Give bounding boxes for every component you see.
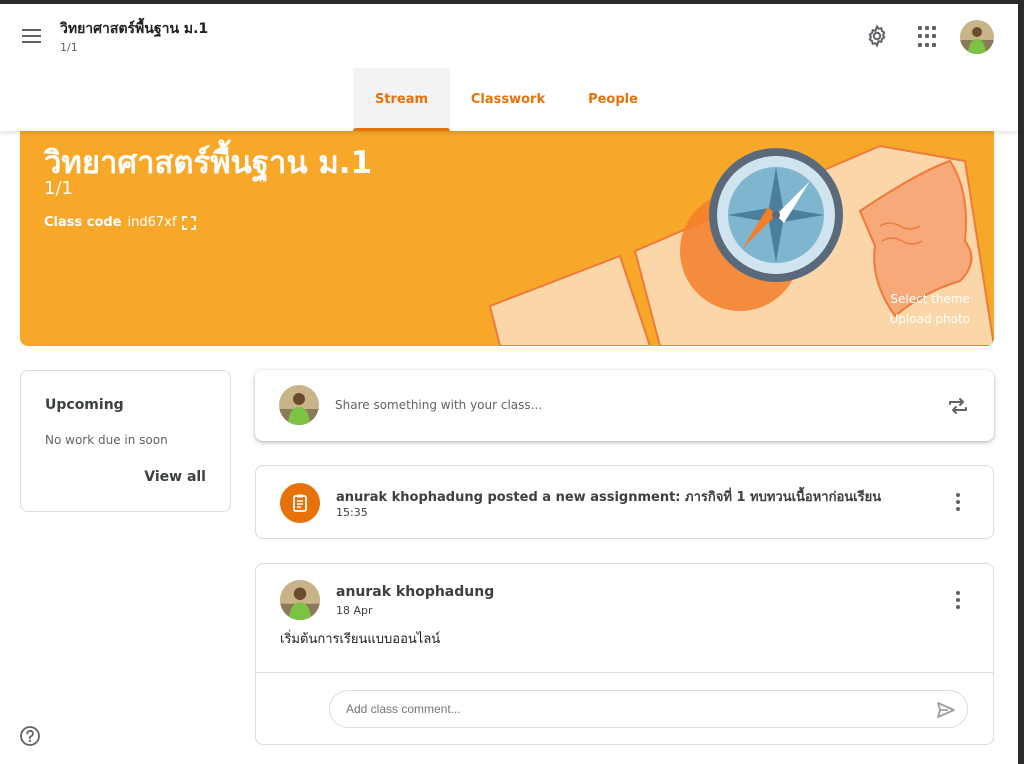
more-options-icon[interactable]: [949, 490, 967, 514]
class-comment-field[interactable]: [329, 690, 968, 728]
share-box[interactable]: Share something with your class...: [255, 370, 994, 441]
class-section: 1/1: [60, 41, 78, 54]
help-icon[interactable]: [19, 725, 41, 747]
class-comment-input[interactable]: [346, 702, 906, 716]
class-tabs: Stream Classwork People: [0, 68, 1018, 131]
post-date: 18 Apr: [336, 604, 373, 617]
menu-icon[interactable]: [18, 22, 46, 50]
user-avatar[interactable]: [960, 20, 994, 54]
assignment-title[interactable]: anurak khophadung posted a new assignmen…: [336, 486, 881, 507]
repost-icon[interactable]: [946, 394, 970, 418]
upcoming-panel: Upcoming No work due in soon View all: [20, 370, 231, 512]
select-theme-link[interactable]: Select theme: [890, 292, 970, 306]
view-all-link[interactable]: View all: [144, 469, 206, 485]
class-code-row: Class code ind67xf: [44, 215, 197, 230]
fullscreen-icon[interactable]: [182, 215, 197, 230]
tab-stream[interactable]: Stream: [353, 68, 450, 131]
share-placeholder[interactable]: Share something with your class...: [335, 398, 542, 412]
app-header: วิทยาศาสตร์พื้นฐาน ม.1 1/1 Stream Classw…: [0, 4, 1018, 131]
class-code-label: Class code: [44, 215, 122, 230]
window-scroll-edge: [1018, 0, 1024, 764]
upcoming-title: Upcoming: [45, 397, 124, 413]
more-options-icon[interactable]: [949, 588, 967, 612]
upload-photo-link[interactable]: Upload photo: [890, 312, 970, 326]
post-author: anurak khophadung: [336, 584, 495, 600]
send-icon[interactable]: [935, 699, 957, 721]
tab-people[interactable]: People: [577, 68, 649, 131]
assignment-post-card[interactable]: anurak khophadung posted a new assignmen…: [255, 465, 994, 539]
class-banner: วิทยาศาสตร์พื้นฐาน ม.1 1/1 Class code in…: [20, 131, 994, 346]
banner-section: 1/1: [44, 178, 73, 199]
post-body: เริ่มต้นการเรียนแบบออนไลน์: [280, 632, 441, 647]
divider: [256, 672, 993, 673]
banner-class-title: วิทยาศาสตร์พื้นฐาน ม.1: [44, 145, 373, 181]
class-title[interactable]: วิทยาศาสตร์พื้นฐาน ม.1: [60, 18, 208, 40]
gear-icon[interactable]: [865, 24, 889, 48]
class-code-value: ind67xf: [127, 215, 177, 230]
tab-classwork[interactable]: Classwork: [462, 68, 554, 131]
commenter-avatar: [280, 580, 320, 620]
assignment-time: 15:35: [336, 506, 368, 519]
assignment-icon: [280, 483, 320, 523]
upcoming-empty-text: No work due in soon: [45, 433, 168, 447]
apps-grid-icon[interactable]: [918, 26, 940, 48]
user-avatar: [279, 385, 319, 425]
announcement-card: anurak khophadung 18 Apr เริ่มต้นการเรีย…: [255, 563, 994, 745]
